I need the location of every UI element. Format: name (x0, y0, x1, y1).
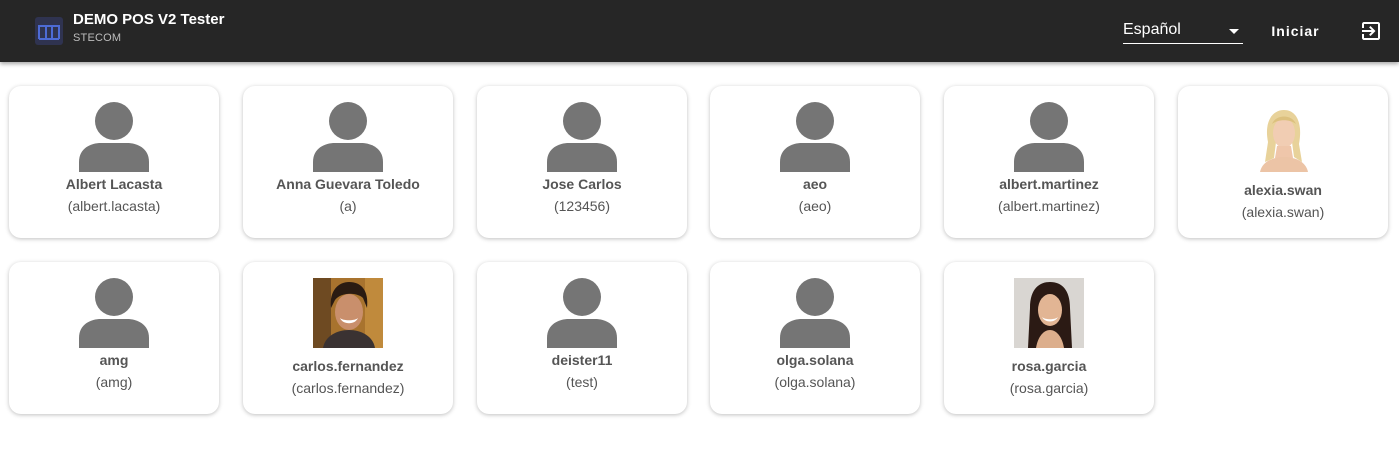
user-name: carlos.fernandez (292, 358, 404, 374)
user-name: rosa.garcia (1011, 358, 1087, 374)
top-app-bar: DEMO POS V2 Tester STECOM Español Inicia… (0, 0, 1399, 62)
user-card[interactable]: Jose Carlos (123456) (477, 86, 687, 238)
person-avatar-icon (79, 278, 149, 348)
app-subtitle: STECOM (73, 32, 122, 44)
smiling-man-photo (313, 278, 383, 348)
user-card[interactable]: aeo (aeo) (710, 86, 920, 238)
user-name: alexia.swan (1244, 182, 1322, 198)
person-avatar-icon (1014, 102, 1084, 172)
language-selected-value: Español (1123, 21, 1181, 38)
user-card[interactable]: olga.solana (olga.solana) (710, 262, 920, 414)
user-login: (amg) (95, 374, 133, 390)
user-card[interactable]: Albert Lacasta (albert.lacasta) (9, 86, 219, 238)
user-login: (aeo) (798, 198, 832, 214)
dropdown-arrow-icon (1229, 29, 1239, 34)
user-login: (alexia.swan) (1241, 204, 1325, 220)
user-login: (olga.solana) (774, 374, 856, 390)
user-login: (rosa.garcia) (1009, 380, 1089, 396)
dark-haired-woman-photo (1014, 278, 1084, 348)
app-logo-icon (35, 17, 63, 45)
app-title: DEMO POS V2 Tester (73, 11, 225, 28)
user-card[interactable]: rosa.garcia (rosa.garcia) (944, 262, 1154, 414)
user-card[interactable]: alexia.swan (alexia.swan) (1178, 86, 1388, 238)
user-name: aeo (802, 176, 828, 192)
person-avatar-icon (780, 278, 850, 348)
user-name: albert.martinez (999, 176, 1099, 192)
user-card[interactable]: albert.martinez (albert.martinez) (944, 86, 1154, 238)
user-card[interactable]: carlos.fernandez (carlos.fernandez) (243, 262, 453, 414)
user-name: olga.solana (776, 352, 854, 368)
person-avatar-icon (547, 102, 617, 172)
person-avatar-icon (79, 102, 149, 172)
user-name: Anna Guevara Toledo (276, 176, 420, 192)
user-login: (123456) (553, 198, 611, 214)
exit-icon[interactable] (1359, 19, 1383, 43)
user-login: (test) (566, 374, 598, 390)
language-select[interactable]: Español (1123, 19, 1243, 44)
user-login: (albert.lacasta) (67, 198, 161, 214)
user-login: (albert.martinez) (998, 198, 1100, 214)
blonde-woman-photo (1248, 102, 1318, 172)
person-avatar-icon (313, 102, 383, 172)
login-button[interactable]: Iniciar (1258, 18, 1333, 44)
user-name: amg (99, 352, 129, 368)
user-card[interactable]: Anna Guevara Toledo (a) (243, 86, 453, 238)
user-card[interactable]: amg (amg) (9, 262, 219, 414)
user-name: Jose Carlos (542, 176, 622, 192)
user-name: Albert Lacasta (65, 176, 163, 192)
user-card[interactable]: deister11 (test) (477, 262, 687, 414)
user-name: deister11 (551, 352, 613, 368)
user-login: (carlos.fernandez) (291, 380, 405, 396)
person-avatar-icon (547, 278, 617, 348)
user-login: (a) (339, 198, 357, 214)
person-avatar-icon (780, 102, 850, 172)
